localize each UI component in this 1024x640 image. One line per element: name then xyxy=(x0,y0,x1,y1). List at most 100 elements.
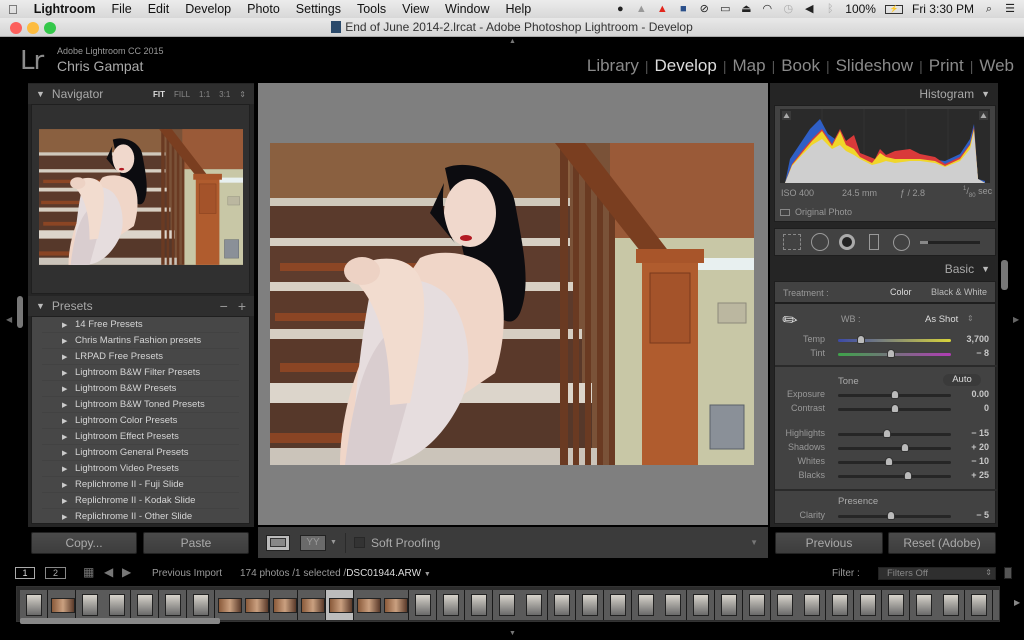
close-window-button[interactable] xyxy=(10,22,22,34)
expand-triangle-icon[interactable]: ▶ xyxy=(42,321,75,329)
module-web[interactable]: Web xyxy=(973,56,1014,76)
filmstrip-thumbnail[interactable] xyxy=(826,590,855,620)
original-photo-checkbox[interactable] xyxy=(780,209,790,216)
slider-track[interactable] xyxy=(838,335,951,344)
module-develop[interactable]: Develop xyxy=(648,56,722,76)
menu-app[interactable]: Lightroom xyxy=(26,2,104,16)
filmstrip-thumbnail[interactable] xyxy=(75,590,104,620)
slider-value[interactable]: 0.00 xyxy=(971,389,989,399)
slider-value[interactable]: − 10 xyxy=(971,456,989,466)
loupe-view-button[interactable] xyxy=(266,534,290,551)
slider-value[interactable]: − 5 xyxy=(976,510,989,520)
expand-triangle-icon[interactable]: ▶ xyxy=(42,353,75,361)
left-panel-toggle[interactable]: ◀ xyxy=(6,315,12,324)
secondary-window-button[interactable]: 2 xyxy=(45,567,66,579)
filter-dropdown[interactable]: Filters Off ⇕ xyxy=(878,567,996,580)
filmstrip-thumbnail[interactable] xyxy=(520,590,549,620)
adjustment-brush-icon[interactable] xyxy=(920,240,980,244)
navigator-thumbnail[interactable] xyxy=(39,129,243,265)
slider-thumb[interactable] xyxy=(890,390,899,399)
before-after-view-button[interactable]: YY xyxy=(300,534,326,551)
zoom-fit[interactable]: FIT xyxy=(153,90,165,99)
zoom-1-1[interactable]: 1:1 xyxy=(199,90,210,99)
clock[interactable]: Fri 3:30 PM xyxy=(912,2,974,16)
filmstrip-thumbnail[interactable] xyxy=(937,590,966,620)
bluetooth-icon[interactable]: ᛒ xyxy=(824,3,836,15)
expand-triangle-icon[interactable]: ▶ xyxy=(42,401,75,409)
copy-settings-button[interactable]: Copy... xyxy=(31,532,137,554)
filmstrip-thumbnail[interactable] xyxy=(47,590,76,620)
filmstrip-thumbnail[interactable] xyxy=(659,590,688,620)
selected-filename[interactable]: DSC01944.ARW xyxy=(346,568,421,579)
preset-folder[interactable]: ▶ Lightroom B&W Presets xyxy=(42,381,239,397)
filmstrip-thumbnail[interactable] xyxy=(159,590,187,620)
backup-icon[interactable]: ■ xyxy=(677,3,689,15)
main-window-button[interactable]: 1 xyxy=(15,567,35,579)
notification-bell-icon[interactable]: ▲ xyxy=(635,3,647,15)
preset-folder[interactable]: ▶ Lightroom B&W Filter Presets xyxy=(42,365,239,381)
filmstrip-thumbnail[interactable] xyxy=(993,590,999,620)
spotlight-search-icon[interactable]: ⌕ xyxy=(983,3,995,15)
preset-folder[interactable]: ▶ Lightroom Effect Presets xyxy=(42,429,239,445)
add-preset-button[interactable]: + xyxy=(238,298,246,314)
apple-icon[interactable]:  xyxy=(0,2,26,17)
module-library[interactable]: Library xyxy=(581,56,645,76)
red-eye-icon[interactable] xyxy=(839,234,855,250)
filmstrip-source[interactable]: Previous Import xyxy=(152,568,222,579)
module-book[interactable]: Book xyxy=(775,56,826,76)
filmstrip-thumbnail[interactable] xyxy=(798,590,827,620)
vlc-icon[interactable]: ▲ xyxy=(656,3,668,15)
filmstrip-thumbnail[interactable] xyxy=(186,590,215,620)
filmstrip-thumbnail[interactable] xyxy=(742,590,771,620)
slider-thumb[interactable] xyxy=(890,404,899,413)
before-after-dropdown-icon[interactable]: ▼ xyxy=(330,539,337,546)
previous-photo-arrow-icon[interactable]: ◀ xyxy=(104,565,113,579)
left-panel-scrollbar[interactable] xyxy=(17,296,23,328)
filmstrip-thumbnail[interactable] xyxy=(381,590,410,620)
preset-folder[interactable]: ▶ Lightroom Color Presets xyxy=(42,413,239,429)
filmstrip-thumbnail[interactable] xyxy=(631,590,660,620)
filmstrip-thumbnail[interactable] xyxy=(242,590,271,620)
navigator-header[interactable]: ▼ Navigator FIT FILL 1:1 3:1 ⇕ xyxy=(28,84,254,104)
filmstrip-thumbnail[interactable] xyxy=(437,590,465,620)
menu-help[interactable]: Help xyxy=(498,2,540,16)
filmstrip-scrollbar[interactable] xyxy=(20,618,220,624)
soft-proofing-label[interactable]: Soft Proofing xyxy=(371,536,440,550)
expand-triangle-icon[interactable]: ▶ xyxy=(42,337,75,345)
module-slideshow[interactable]: Slideshow xyxy=(830,56,920,76)
slider-value[interactable]: + 20 xyxy=(971,442,989,452)
filmstrip-thumbnail[interactable] xyxy=(214,590,243,620)
slider-value[interactable]: 0 xyxy=(984,403,989,413)
slider-track[interactable] xyxy=(838,429,951,438)
filmstrip-thumbnail[interactable] xyxy=(20,590,48,620)
filmstrip-thumbnail[interactable] xyxy=(464,590,493,620)
preset-folder[interactable]: ▶ Replichrome II - Kodak Slide xyxy=(42,493,239,509)
preset-folder[interactable]: ▶ 14 Free Presets xyxy=(42,317,239,333)
menu-photo[interactable]: Photo xyxy=(239,2,288,16)
remove-preset-button[interactable]: − xyxy=(220,298,228,314)
wb-stepper-icon[interactable]: ⇕ xyxy=(967,314,974,323)
expand-triangle-icon[interactable]: ▶ xyxy=(42,513,75,521)
filmstrip-thumbnail[interactable] xyxy=(576,590,604,620)
menu-settings[interactable]: Settings xyxy=(288,2,349,16)
filmstrip-thumbnail[interactable] xyxy=(325,590,354,620)
paste-settings-button[interactable]: Paste xyxy=(143,532,249,554)
menu-develop[interactable]: Develop xyxy=(177,2,239,16)
filmstrip-thumbnail[interactable] xyxy=(548,590,577,620)
soft-proofing-checkbox[interactable] xyxy=(353,537,365,548)
zoom-stepper-icon[interactable]: ⇕ xyxy=(239,90,246,99)
slider-thumb[interactable] xyxy=(882,429,891,438)
slider-thumb[interactable] xyxy=(856,335,865,344)
filmstrip-thumbnail[interactable] xyxy=(103,590,132,620)
zoom-3-1[interactable]: 3:1 xyxy=(219,90,230,99)
slider-track[interactable] xyxy=(838,404,951,413)
histogram-header[interactable]: Histogram ▼ xyxy=(772,84,998,104)
module-print[interactable]: Print xyxy=(923,56,970,76)
crop-overlay-icon[interactable] xyxy=(783,234,801,250)
do-not-disturb-icon[interactable]: ⊘ xyxy=(698,3,710,15)
slider-value[interactable]: 3,700 xyxy=(966,334,989,344)
spot-removal-icon[interactable] xyxy=(811,233,829,251)
menu-tools[interactable]: Tools xyxy=(349,2,394,16)
reset-adobe-button[interactable]: Reset (Adobe) xyxy=(888,532,996,554)
filename-dropdown-icon[interactable]: ▼ xyxy=(424,571,431,578)
